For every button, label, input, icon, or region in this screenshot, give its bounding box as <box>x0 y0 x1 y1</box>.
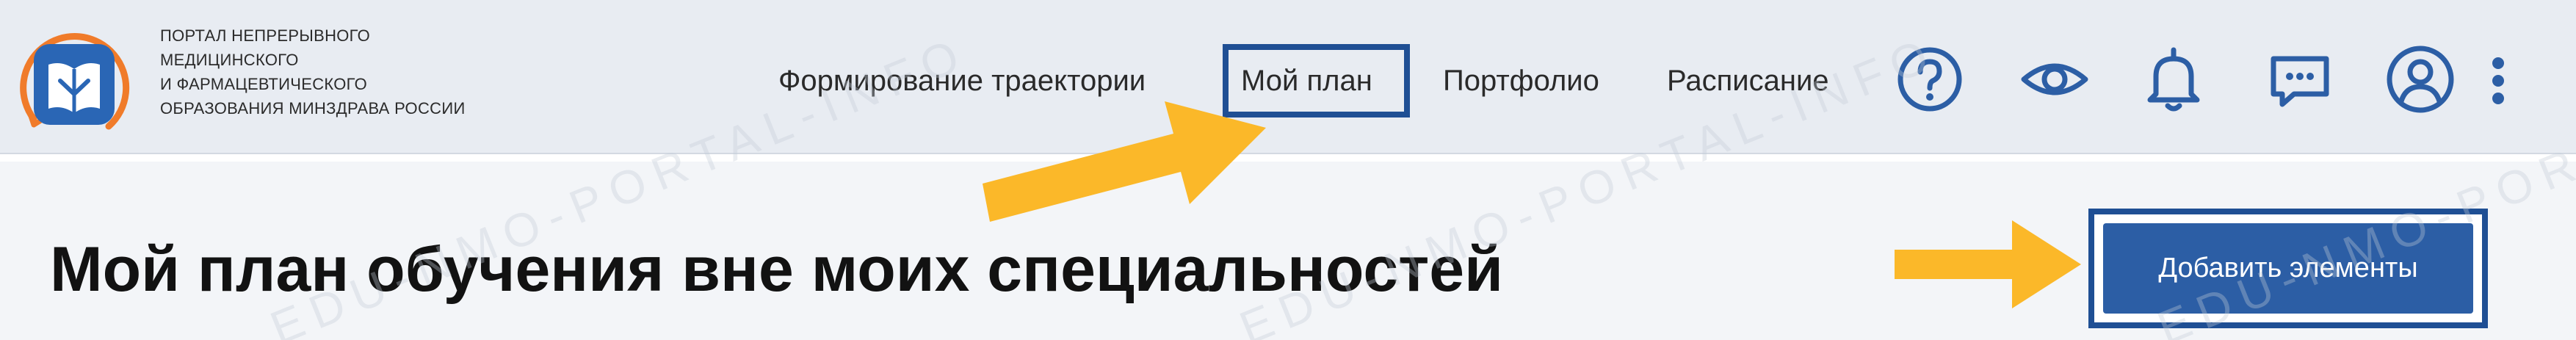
help-icon[interactable] <box>1893 43 1967 116</box>
portal-logo-icon[interactable] <box>12 22 137 147</box>
nav-item-schedule[interactable]: Расписание <box>1667 51 1829 110</box>
arrow-to-my-plan-icon <box>983 101 1266 222</box>
page: ПОРТАЛ НЕПРЕРЫВНОГО МЕДИЦИНСКОГО И ФАРМА… <box>0 0 2576 340</box>
arrow-to-add-button-icon <box>1895 220 2081 308</box>
user-icon[interactable] <box>2384 43 2457 116</box>
logo-line-2: МЕДИЦИНСКОГО <box>160 51 299 69</box>
more-vertical-icon[interactable] <box>2476 43 2520 116</box>
bell-icon[interactable] <box>2137 43 2210 116</box>
logo-line-3: И ФАРМАЦЕВТИЧЕСКОГО <box>160 75 368 93</box>
logo-line-1: ПОРТАЛ НЕПРЕРЫВНОГО <box>160 26 371 45</box>
top-header: ПОРТАЛ НЕПРЕРЫВНОГО МЕДИЦИНСКОГО И ФАРМА… <box>0 0 2576 154</box>
add-elements-highlight-frame: Добавить элементы <box>2088 209 2488 328</box>
eye-icon[interactable] <box>2018 43 2091 116</box>
portal-logo-text: ПОРТАЛ НЕПРЕРЫВНОГО МЕДИЦИНСКОГО И ФАРМА… <box>160 23 466 120</box>
chat-icon[interactable] <box>2263 43 2337 116</box>
page-title: Мой план обучения вне моих специальносте… <box>50 234 1503 305</box>
add-elements-button[interactable]: Добавить элементы <box>2103 223 2473 314</box>
nav-item-portfolio[interactable]: Портфолио <box>1443 51 1599 110</box>
logo-line-4: ОБРАЗОВАНИЯ МИНЗДРАВА РОССИИ <box>160 99 466 117</box>
